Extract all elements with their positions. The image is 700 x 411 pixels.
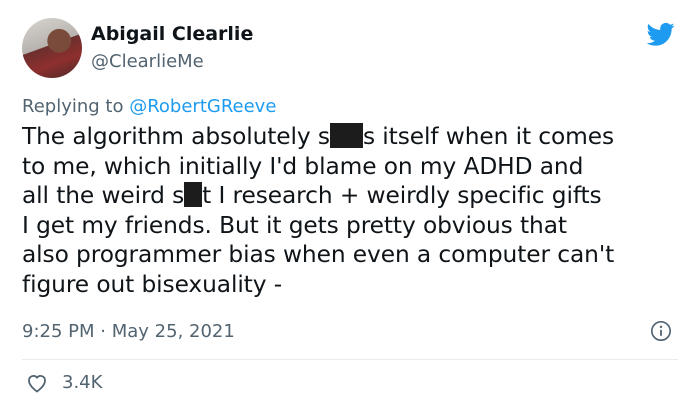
tweet-time: 9:25 PM	[22, 321, 95, 342]
meta-separator: ·	[100, 321, 106, 342]
reply-mention-link[interactable]: @RobertGReeve	[129, 96, 276, 117]
author-name[interactable]: Abigail Clearlie	[91, 22, 253, 46]
tweet-text-line: all the weird s t I research + weirdly sp…	[22, 181, 692, 211]
replying-to-label: Replying to	[22, 96, 130, 117]
text-segment: t I research + weirdly specific gifts	[202, 182, 602, 209]
tweet-text-line: to me, which initially I'd blame on my A…	[22, 152, 584, 180]
tweet-text-line: also programmer bias when even a compute…	[22, 241, 615, 268]
divider	[22, 359, 678, 360]
redaction-block	[184, 182, 203, 207]
info-icon[interactable]	[650, 320, 672, 342]
like-count: 3.4K	[62, 372, 103, 393]
redaction-block	[329, 123, 363, 148]
like-button[interactable]: 3.4K	[24, 370, 102, 396]
author-handle[interactable]: @ClearlieMe	[91, 50, 204, 74]
avatar[interactable]	[22, 18, 82, 78]
text-segment: all the weird s	[22, 182, 185, 209]
replying-to: Replying to @RobertGReeve	[22, 95, 276, 119]
text-segment: The algorithm absolutely s	[22, 123, 330, 150]
heart-icon	[28, 375, 46, 393]
tweet-timestamp[interactable]: 9:25 PM · May 25, 2021	[22, 320, 235, 344]
tweet-text: The algorithm absolutely s s itself when …	[22, 122, 692, 299]
tweet-text-line: The algorithm absolutely s s itself when …	[22, 122, 692, 152]
tweet-date: May 25, 2021	[111, 321, 235, 342]
tweet-text-line: figure out bisexuality -	[22, 270, 283, 298]
text-segment: s itself when it comes	[362, 123, 615, 150]
tweet-text-line: I get my friends. But it gets pretty obv…	[22, 211, 567, 239]
tweet-card: Abigail Clearlie @ClearlieMe Replying to…	[0, 0, 700, 411]
twitter-bird-icon[interactable]	[645, 20, 677, 48]
